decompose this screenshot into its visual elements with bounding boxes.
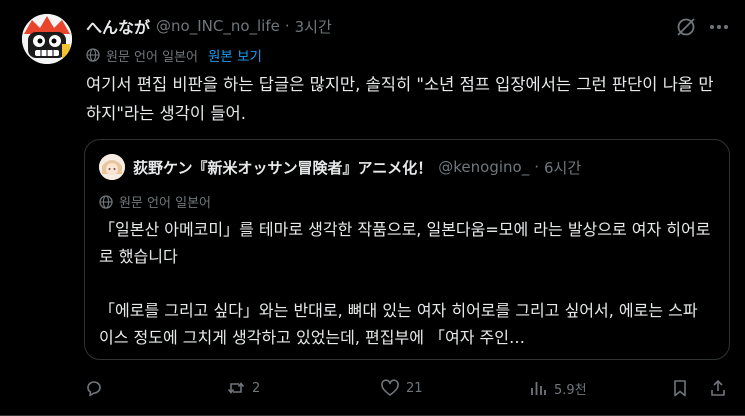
like-icon (381, 379, 399, 396)
grok-icon[interactable] (675, 16, 697, 38)
bookmark-button[interactable] (670, 374, 690, 402)
quoted-handle[interactable]: @kenogino_ (438, 158, 529, 176)
tweet-header: へんなが @no_INC_no_life · 3시간 (86, 14, 729, 38)
reply-icon (87, 381, 101, 397)
tweet[interactable]: へんなが @no_INC_no_life · 3시간 원문 언어 일본어 원본 … (0, 0, 745, 416)
view-count: 5.9천 (554, 382, 587, 398)
repost-icon (227, 382, 245, 394)
quoted-translation-label: 원문 언어 일본어 (119, 196, 211, 211)
show-original-link[interactable]: 원본 보기 (208, 45, 262, 65)
quoted-text: 「일본산 아메코미」를 테마로 생각한 작품으로, 일본다움=모에 라는 발상으… (99, 216, 711, 351)
quoted-tweet-header: 荻野ケン『新米オッサン冒険者』アニメ化！ @kenogino_ · 6시간 (99, 154, 581, 180)
views-button[interactable]: 5.9천 (528, 374, 587, 402)
translation-notice: 원문 언어 일본어 원본 보기 (86, 45, 262, 65)
share-icon (711, 379, 725, 396)
repost-count: 2 (252, 380, 261, 396)
quoted-display-name[interactable]: 荻野ケン『新米オッサン冒険者』アニメ化！ (133, 157, 432, 178)
avatar[interactable] (22, 14, 72, 64)
handle[interactable]: @no_INC_no_life (156, 17, 280, 35)
repost-button[interactable]: 2 (226, 374, 260, 402)
translation-source-label: 원문 언어 일본어 (106, 49, 198, 65)
quoted-translation-notice: 원문 언어 일본어 (99, 192, 211, 211)
separator-dot: · (534, 158, 539, 176)
quoted-avatar[interactable] (99, 154, 125, 180)
share-button[interactable] (708, 374, 728, 402)
quoted-timestamp[interactable]: 6시간 (544, 157, 581, 178)
like-button[interactable]: 21 (380, 374, 423, 402)
more-icon[interactable] (707, 16, 731, 38)
translate-icon (99, 194, 113, 209)
quoted-paragraph-1: 「일본산 아메코미」를 테마로 생각한 작품으로, 일본다움=모에 라는 발상으… (99, 220, 711, 266)
like-count: 21 (406, 380, 423, 396)
timestamp[interactable]: 3시간 (295, 16, 332, 37)
tweet-text: 여기서 편집 비판을 하는 답글은 많지만, 솔직히 "소년 점프 입장에서는 … (86, 75, 714, 123)
separator-dot: · (284, 17, 290, 35)
quoted-paragraph-2: 「에로를 그리고 싶다」와는 반대로, 뼈대 있는 여자 히어로를 그리고 싶어… (99, 301, 698, 347)
quoted-tweet[interactable]: 荻野ケン『新米オッサン冒険者』アニメ化！ @kenogino_ · 6시간 원문… (84, 139, 730, 360)
action-bar: 2 21 5.9천 (84, 374, 731, 402)
bookmark-icon (674, 380, 686, 397)
views-icon (531, 382, 546, 395)
reply-button[interactable] (84, 374, 110, 402)
display-name[interactable]: へんなが (86, 14, 150, 38)
translate-icon (86, 48, 100, 62)
